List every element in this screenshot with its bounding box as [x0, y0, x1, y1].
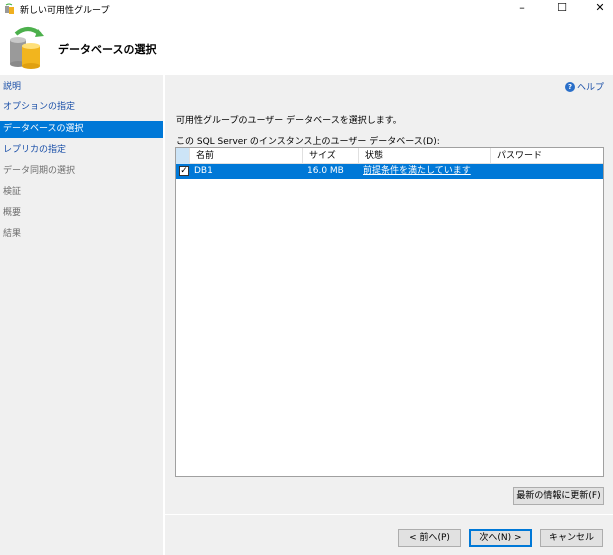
help-link[interactable]: ? ヘルプ	[565, 80, 604, 93]
database-table: 名前 サイズ 状態 パスワード ✓ DB1 16.0 MB 前提条件を満たしてい…	[175, 147, 604, 477]
column-password[interactable]: パスワード	[491, 148, 603, 164]
wizard-nav: 説明 オプションの指定 データベースの選択 レプリカの指定 データ同期の選択 検…	[0, 75, 163, 555]
window-title: 新しい可用性グループ	[20, 6, 110, 16]
table-header: 名前 サイズ 状態 パスワード	[176, 148, 603, 164]
previous-button[interactable]: < 前へ(P)	[398, 529, 461, 547]
select-all-header[interactable]	[176, 148, 190, 164]
close-button[interactable]: ✕	[582, 0, 613, 18]
nav-divider	[163, 75, 165, 555]
column-name[interactable]: 名前	[190, 148, 303, 164]
description-text: 可用性グループのユーザー データベースを選択します。	[176, 116, 402, 126]
table-row[interactable]: ✓ DB1 16.0 MB 前提条件を満たしています	[176, 164, 603, 179]
app-icon	[5, 3, 14, 14]
page-header: データベースの選択	[0, 18, 613, 75]
row-name: DB1	[194, 166, 213, 176]
column-status[interactable]: 状態	[359, 148, 491, 164]
page-title: データベースの選択	[58, 43, 157, 56]
table-label: この SQL Server のインスタンス上のユーザー データベース(D):	[176, 137, 440, 147]
next-button[interactable]: 次へ(N) >	[469, 529, 532, 547]
cancel-button[interactable]: キャンセル	[540, 529, 603, 547]
nav-item-options[interactable]: オプションの指定	[0, 99, 163, 116]
nav-item-replicas[interactable]: レプリカの指定	[0, 142, 163, 159]
nav-item-validation: 検証	[3, 187, 22, 197]
row-checkbox[interactable]: ✓	[179, 166, 189, 176]
database-icon	[10, 27, 44, 69]
maximize-button[interactable]: ☐	[544, 0, 580, 18]
help-label: ヘルプ	[577, 83, 605, 93]
nav-item-select-databases[interactable]: データベースの選択	[0, 121, 163, 138]
row-status-link[interactable]: 前提条件を満たしています	[363, 164, 471, 179]
nav-item-data-sync: データ同期の選択	[3, 166, 76, 176]
footer-divider	[165, 514, 613, 515]
minimize-button[interactable]: –	[504, 0, 540, 18]
nav-item-summary: 概要	[3, 208, 22, 218]
column-size[interactable]: サイズ	[303, 148, 359, 164]
nav-item-description[interactable]: 説明	[0, 79, 163, 96]
row-size: 16.0 MB	[307, 166, 344, 176]
nav-item-results: 結果	[3, 229, 22, 239]
refresh-button[interactable]: 最新の情報に更新(F)	[513, 487, 604, 505]
help-icon: ?	[565, 81, 575, 92]
title-bar: 新しい可用性グループ – ☐ ✕	[0, 0, 613, 18]
